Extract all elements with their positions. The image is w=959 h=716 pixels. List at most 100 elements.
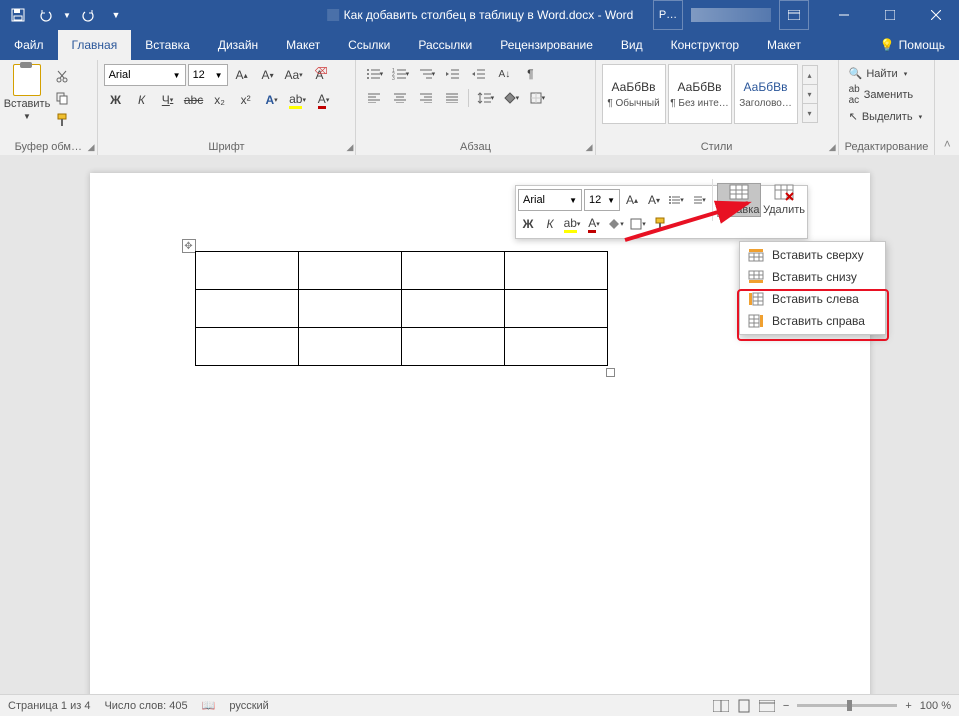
qat-customize[interactable]: ▼ <box>104 3 128 27</box>
word-count[interactable]: Число слов: 405 <box>104 700 187 712</box>
superscript-button[interactable]: x² <box>234 90 258 110</box>
style-normal[interactable]: АаБбВв¶ Обычный <box>602 64 666 124</box>
minimize-button[interactable] <box>821 0 867 30</box>
mini-insert-button[interactable]: Вставка <box>717 183 761 217</box>
table-row[interactable] <box>195 328 607 366</box>
ribbon-layout-button[interactable] <box>779 0 809 30</box>
bullets-button[interactable]: ▾ <box>362 64 386 84</box>
tab-review[interactable]: Рецензирование <box>486 30 607 60</box>
close-button[interactable] <box>913 0 959 30</box>
mini-italic[interactable]: К <box>540 214 560 234</box>
tab-insert[interactable]: Вставка <box>131 30 204 60</box>
find-button[interactable]: 🔍Найти▾ <box>845 66 929 81</box>
style-heading1[interactable]: АаБбВвЗаголово… <box>734 64 798 124</box>
font-launcher[interactable]: ◢ <box>346 142 353 153</box>
underline-button[interactable]: Ч▾ <box>156 90 180 110</box>
show-marks-button[interactable]: ¶ <box>518 64 542 84</box>
ribbon-display-options[interactable]: Р… <box>653 0 683 30</box>
read-mode-button[interactable] <box>713 700 729 712</box>
decrease-indent-button[interactable] <box>440 64 464 84</box>
italic-button[interactable]: К <box>130 90 154 110</box>
mini-highlight[interactable]: ab▾ <box>562 214 582 234</box>
undo-button[interactable] <box>34 3 58 27</box>
tab-table-constructor[interactable]: Конструктор <box>657 30 753 60</box>
style-nospacing[interactable]: АаБбВв¶ Без инте… <box>668 64 732 124</box>
clipboard-launcher[interactable]: ◢ <box>88 142 95 153</box>
styles-launcher[interactable]: ◢ <box>829 142 836 153</box>
strikethrough-button[interactable]: abc <box>182 90 206 110</box>
table-resize-handle[interactable] <box>606 368 615 377</box>
clear-formatting-button[interactable]: A⌫ <box>308 65 332 85</box>
print-layout-button[interactable] <box>737 699 751 713</box>
bold-button[interactable]: Ж <box>104 90 128 110</box>
tab-layout[interactable]: Макет <box>272 30 334 60</box>
mini-numbering[interactable]: ▾ <box>688 190 708 210</box>
mini-format-painter[interactable] <box>650 214 670 234</box>
web-layout-button[interactable] <box>759 700 775 712</box>
insert-left-item[interactable]: Вставить слева <box>740 288 885 310</box>
mini-grow-font[interactable]: A▴ <box>622 190 642 210</box>
align-right-button[interactable] <box>414 88 438 108</box>
mini-size-combo[interactable]: 12▼ <box>584 189 620 211</box>
mini-font-combo[interactable]: Arial▼ <box>518 189 582 211</box>
insert-above-item[interactable]: Вставить сверху <box>740 244 885 266</box>
mini-shading[interactable]: ▾ <box>606 214 626 234</box>
multilevel-list-button[interactable]: ▾ <box>414 64 438 84</box>
align-left-button[interactable] <box>362 88 386 108</box>
shrink-font-button[interactable]: A▾ <box>256 65 280 85</box>
tab-file[interactable]: Файл <box>0 30 58 60</box>
align-center-button[interactable] <box>388 88 412 108</box>
collapse-ribbon-button[interactable]: ˄ <box>935 60 959 155</box>
zoom-level[interactable]: 100 % <box>920 700 951 712</box>
tab-design[interactable]: Дизайн <box>204 30 272 60</box>
sort-button[interactable]: A↓ <box>492 64 516 84</box>
styles-gallery-buttons[interactable]: ▴▾▾ <box>802 65 818 123</box>
document-area[interactable]: ✥ <box>0 155 959 695</box>
cut-button[interactable] <box>50 66 74 86</box>
font-name-combo[interactable]: Arial▼ <box>104 64 186 86</box>
spellcheck-icon[interactable]: 📖 <box>202 699 216 712</box>
mini-bold[interactable]: Ж <box>518 214 538 234</box>
undo-dropdown[interactable]: ▼ <box>62 3 72 27</box>
tab-view[interactable]: Вид <box>607 30 657 60</box>
highlight-button[interactable]: ab▾ <box>286 90 310 110</box>
replace-button[interactable]: abacЗаменить <box>845 83 929 107</box>
copy-button[interactable] <box>50 88 74 108</box>
paste-button[interactable]: Вставить ▼ <box>6 64 48 121</box>
mini-borders[interactable]: ▾ <box>628 214 648 234</box>
sign-in-placeholder[interactable] <box>691 8 771 22</box>
tab-references[interactable]: Ссылки <box>334 30 404 60</box>
grow-font-button[interactable]: A▴ <box>230 65 254 85</box>
line-spacing-button[interactable]: ▾ <box>473 88 497 108</box>
change-case-button[interactable]: Aa▾ <box>282 65 306 85</box>
zoom-out-button[interactable]: − <box>783 700 789 712</box>
mini-font-color[interactable]: A▾ <box>584 214 604 234</box>
select-button[interactable]: ↖Выделить▾ <box>845 109 929 124</box>
shading-button[interactable]: ▾ <box>499 88 523 108</box>
maximize-button[interactable] <box>867 0 913 30</box>
mini-delete-button[interactable]: Удалить <box>763 184 805 216</box>
justify-button[interactable] <box>440 88 464 108</box>
page-indicator[interactable]: Страница 1 из 4 <box>8 700 90 712</box>
borders-button[interactable]: ▾ <box>525 88 549 108</box>
table-row[interactable] <box>195 252 607 290</box>
increase-indent-button[interactable] <box>466 64 490 84</box>
font-size-combo[interactable]: 12▼ <box>188 64 228 86</box>
tab-home[interactable]: Главная <box>58 30 132 60</box>
table-move-handle[interactable]: ✥ <box>182 239 196 253</box>
mini-shrink-font[interactable]: A▾ <box>644 190 664 210</box>
tell-me[interactable]: 💡Помощь <box>866 30 959 60</box>
mini-bullets[interactable]: ▾ <box>666 190 686 210</box>
tab-table-layout[interactable]: Макет <box>753 30 815 60</box>
redo-button[interactable] <box>76 3 100 27</box>
tab-mailings[interactable]: Рассылки <box>404 30 486 60</box>
document-table[interactable] <box>195 251 608 366</box>
zoom-slider[interactable] <box>797 704 897 707</box>
table-row[interactable] <box>195 290 607 328</box>
format-painter-button[interactable] <box>50 110 74 130</box>
zoom-in-button[interactable]: + <box>905 700 911 712</box>
language-indicator[interactable]: русский <box>229 700 268 712</box>
subscript-button[interactable]: x₂ <box>208 90 232 110</box>
insert-below-item[interactable]: Вставить снизу <box>740 266 885 288</box>
save-button[interactable] <box>6 3 30 27</box>
